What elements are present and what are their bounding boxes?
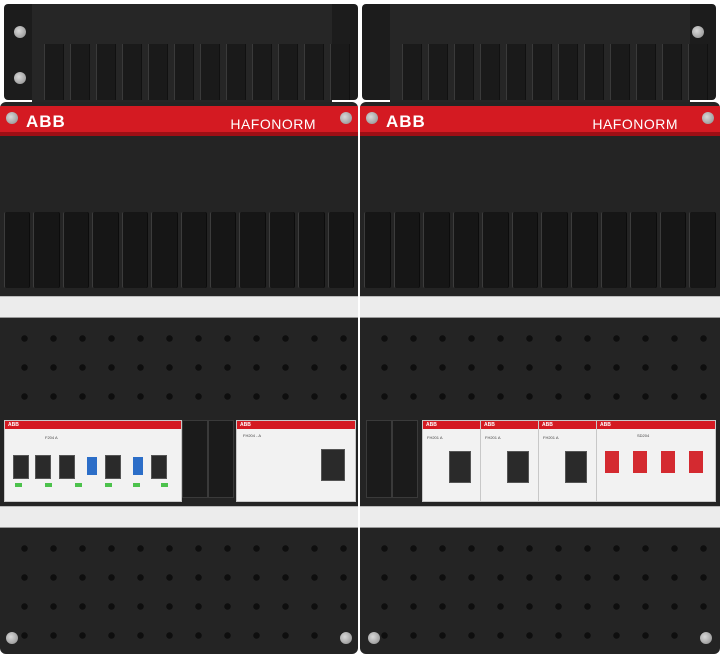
rcbo-device: ABB FH201 A: [538, 420, 598, 502]
device-text: FH201 A: [427, 435, 443, 440]
top-cover-left: [4, 4, 358, 104]
screw-icon: [6, 632, 18, 644]
blank-module: [208, 420, 234, 498]
device-header: ABB: [426, 422, 437, 428]
main-switch-toggle[interactable]: [689, 451, 703, 473]
din-rail: [360, 506, 720, 528]
breaker-toggle[interactable]: [35, 455, 51, 479]
device-text: FH201 A: [485, 435, 501, 440]
rcbo-device: ABB FH201 A: [480, 420, 540, 502]
screw-icon: [702, 112, 714, 124]
brand-logo: ABB: [26, 112, 66, 131]
din-rail: [0, 296, 358, 318]
main-switch-toggle[interactable]: [605, 451, 619, 473]
blank-module: [182, 420, 208, 498]
breaker-toggle[interactable]: [507, 451, 529, 483]
device-text: SD204: [637, 433, 650, 438]
breaker-toggle[interactable]: [449, 451, 471, 483]
perforated-plate: [0, 526, 358, 654]
rcd-block: ABB F204 A: [4, 420, 182, 502]
screw-icon: [14, 72, 26, 84]
panel-label: HAFONORM: [230, 116, 316, 132]
screw-icon: [340, 112, 352, 124]
breaker-toggle[interactable]: [151, 455, 167, 479]
device-header: ABB: [484, 422, 495, 428]
device-header: ABB: [8, 422, 19, 428]
screw-icon: [692, 26, 704, 38]
breaker-toggle[interactable]: [105, 455, 121, 479]
brand-band: ABB HAFONORM: [0, 106, 358, 136]
device-header: ABB: [240, 422, 251, 428]
blank-module: [392, 420, 418, 498]
screw-icon: [368, 632, 380, 644]
screw-icon: [340, 632, 352, 644]
left-distribution-panel: ABB HAFONORM ABB F204 A ABB FH204 - A: [0, 102, 358, 654]
perforated-plate: [0, 316, 358, 416]
breaker-toggle[interactable]: [13, 455, 29, 479]
screw-icon: [366, 112, 378, 124]
breaker-toggle[interactable]: [565, 451, 587, 483]
breaker-toggle[interactable]: [321, 449, 345, 481]
main-switch-device: ABB SD204: [596, 420, 716, 502]
screw-icon: [14, 26, 26, 38]
main-switch-toggle[interactable]: [633, 451, 647, 473]
device-header: ABB: [542, 422, 553, 428]
perforated-plate: [360, 526, 720, 654]
device-text: FH204 - A: [243, 433, 262, 438]
blank-module: [366, 420, 392, 498]
perforated-plate: [360, 316, 720, 416]
blank-cover-row: [4, 212, 355, 288]
test-button[interactable]: [133, 457, 143, 475]
din-rail: [0, 506, 358, 528]
right-distribution-panel: ABB HAFONORM ABB FH201 A ABB FH201 A ABB…: [360, 102, 720, 654]
breaker-toggle[interactable]: [59, 455, 75, 479]
screw-icon: [6, 112, 18, 124]
device-text: F204 A: [45, 435, 58, 440]
test-button[interactable]: [87, 457, 97, 475]
panel-label: HAFONORM: [592, 116, 678, 132]
device-header: ABB: [600, 422, 611, 428]
brand-band: ABB HAFONORM: [360, 106, 720, 136]
din-rail: [360, 296, 720, 318]
device-text: FH201 A: [543, 435, 559, 440]
top-cover-right: [362, 4, 716, 104]
brand-logo: ABB: [386, 112, 426, 131]
main-switch-toggle[interactable]: [661, 451, 675, 473]
rcbo-device: ABB FH201 A: [422, 420, 482, 502]
blank-cover-row: [364, 212, 716, 288]
screw-icon: [700, 632, 712, 644]
rccb-device: ABB FH204 - A: [236, 420, 356, 502]
